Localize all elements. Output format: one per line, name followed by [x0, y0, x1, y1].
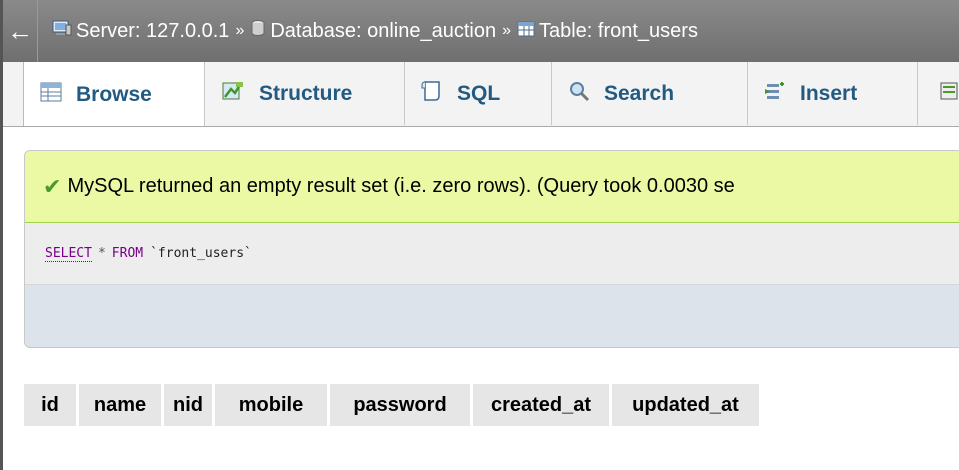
breadcrumb-table[interactable]: Table: front_users [517, 20, 698, 43]
search-icon [568, 80, 590, 108]
tab-insert[interactable]: Insert [748, 62, 918, 125]
tab-sql-label: SQL [457, 81, 501, 105]
query-actions-bar [25, 285, 959, 347]
column-header-nid[interactable]: nid [164, 384, 212, 426]
tab-search-label: Search [604, 81, 675, 105]
tab-search[interactable]: Search [552, 62, 748, 125]
result-column-headers: id name nid mobile password created_at u… [24, 384, 762, 426]
tab-browse-label: Browse [76, 82, 152, 106]
breadcrumb-separator: » [502, 22, 511, 39]
insert-icon [764, 80, 786, 108]
table-icon [517, 20, 535, 43]
breadcrumb-table-label: Table: front_users [538, 19, 698, 42]
database-icon [250, 19, 266, 43]
sql-star: * [97, 246, 106, 261]
sql-select-keyword[interactable]: SELECT [45, 246, 92, 262]
sql-from-keyword: FROM [111, 246, 144, 261]
tab-structure[interactable]: Structure [205, 62, 405, 125]
sql-query-display: SELECT * FROM `front_users` [25, 223, 959, 285]
breadcrumb-separator: » [235, 22, 245, 39]
back-button[interactable]: ← [3, 0, 38, 62]
sql-table-name: `front_users` [150, 246, 252, 261]
tab-insert-label: Insert [800, 81, 858, 105]
query-result-box: ✔ MySQL returned an empty result set (i.… [24, 150, 959, 348]
success-message: ✔ MySQL returned an empty result set (i.… [25, 151, 959, 223]
structure-icon [221, 80, 245, 108]
breadcrumb-database[interactable]: Database: online_auction [250, 19, 496, 43]
success-message-text: MySQL returned an empty result set (i.e.… [67, 175, 735, 197]
column-header-created-at[interactable]: created_at [473, 384, 609, 426]
breadcrumb: ← Server: 127.0.0.1 » Database: online_a… [3, 0, 959, 63]
tab-export-partial[interactable] [918, 62, 959, 125]
column-header-updated-at[interactable]: updated_at [612, 384, 759, 426]
column-header-id[interactable]: id [24, 384, 76, 426]
server-icon [52, 19, 72, 43]
checkmark-icon: ✔ [43, 173, 62, 199]
sql-icon [421, 80, 443, 108]
breadcrumb-server[interactable]: Server: 127.0.0.1 [52, 19, 229, 43]
column-header-mobile[interactable]: mobile [215, 384, 327, 426]
export-icon [940, 81, 959, 107]
breadcrumb-server-label: Server: 127.0.0.1 [76, 19, 230, 42]
tab-structure-label: Structure [259, 81, 353, 105]
breadcrumb-database-label: Database: online_auction [270, 19, 497, 42]
browse-icon [40, 82, 62, 108]
column-header-password[interactable]: password [330, 384, 470, 426]
column-header-name[interactable]: name [79, 384, 161, 426]
back-arrow-icon: ← [7, 15, 33, 46]
tab-browse[interactable]: Browse [23, 62, 205, 126]
tab-bar: Browse Structure SQL Search Insert [3, 62, 959, 127]
tab-sql[interactable]: SQL [405, 62, 552, 125]
